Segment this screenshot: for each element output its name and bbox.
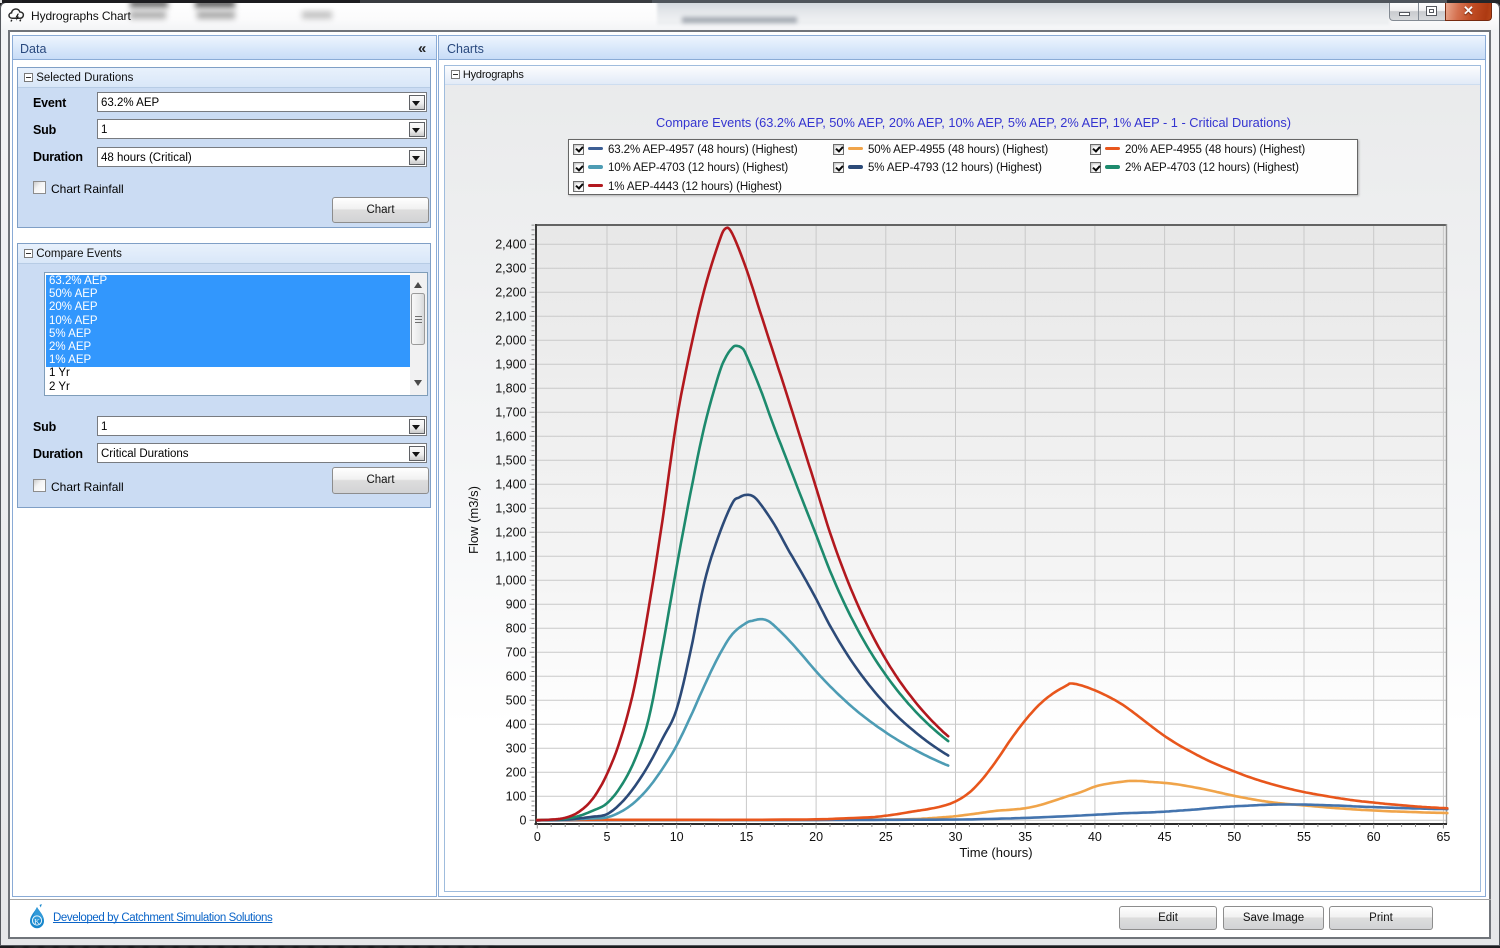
- svg-text:100: 100: [506, 790, 527, 804]
- svg-text:2,300: 2,300: [495, 262, 526, 276]
- svg-text:700: 700: [506, 646, 527, 660]
- svg-text:40: 40: [1088, 830, 1102, 844]
- svg-text:200: 200: [506, 766, 527, 780]
- svg-text:1,000: 1,000: [495, 574, 526, 588]
- svg-text:2,400: 2,400: [495, 238, 526, 252]
- svg-text:60: 60: [1367, 830, 1381, 844]
- svg-text:15: 15: [739, 830, 753, 844]
- svg-text:1,300: 1,300: [495, 502, 526, 516]
- svg-text:25: 25: [879, 830, 893, 844]
- svg-text:65: 65: [1436, 830, 1450, 844]
- svg-text:400: 400: [506, 718, 527, 732]
- svg-text:800: 800: [506, 622, 527, 636]
- svg-text:1,700: 1,700: [495, 406, 526, 420]
- svg-text:20: 20: [809, 830, 823, 844]
- svg-text:45: 45: [1158, 830, 1172, 844]
- svg-text:K: K: [34, 917, 40, 926]
- svg-text:55: 55: [1297, 830, 1311, 844]
- svg-text:5: 5: [604, 830, 611, 844]
- svg-text:600: 600: [506, 670, 527, 684]
- svg-text:50: 50: [1227, 830, 1241, 844]
- svg-text:1,200: 1,200: [495, 526, 526, 540]
- svg-text:900: 900: [506, 598, 527, 612]
- svg-text:2,100: 2,100: [495, 310, 526, 324]
- svg-text:1,400: 1,400: [495, 478, 526, 492]
- svg-text:300: 300: [506, 742, 527, 756]
- svg-text:Flow (m3/s): Flow (m3/s): [466, 486, 481, 554]
- svg-text:1,100: 1,100: [495, 550, 526, 564]
- svg-text:1,500: 1,500: [495, 454, 526, 468]
- svg-text:1,600: 1,600: [495, 430, 526, 444]
- svg-text:30: 30: [949, 830, 963, 844]
- svg-text:1,900: 1,900: [495, 358, 526, 372]
- svg-text:2,200: 2,200: [495, 286, 526, 300]
- svg-text:0: 0: [520, 814, 527, 828]
- svg-text:Time (hours): Time (hours): [959, 845, 1032, 860]
- svg-text:500: 500: [506, 694, 527, 708]
- svg-text:2,000: 2,000: [495, 334, 526, 348]
- svg-text:10: 10: [670, 830, 684, 844]
- svg-text:0: 0: [534, 830, 541, 844]
- svg-text:1,800: 1,800: [495, 382, 526, 396]
- svg-text:35: 35: [1018, 830, 1032, 844]
